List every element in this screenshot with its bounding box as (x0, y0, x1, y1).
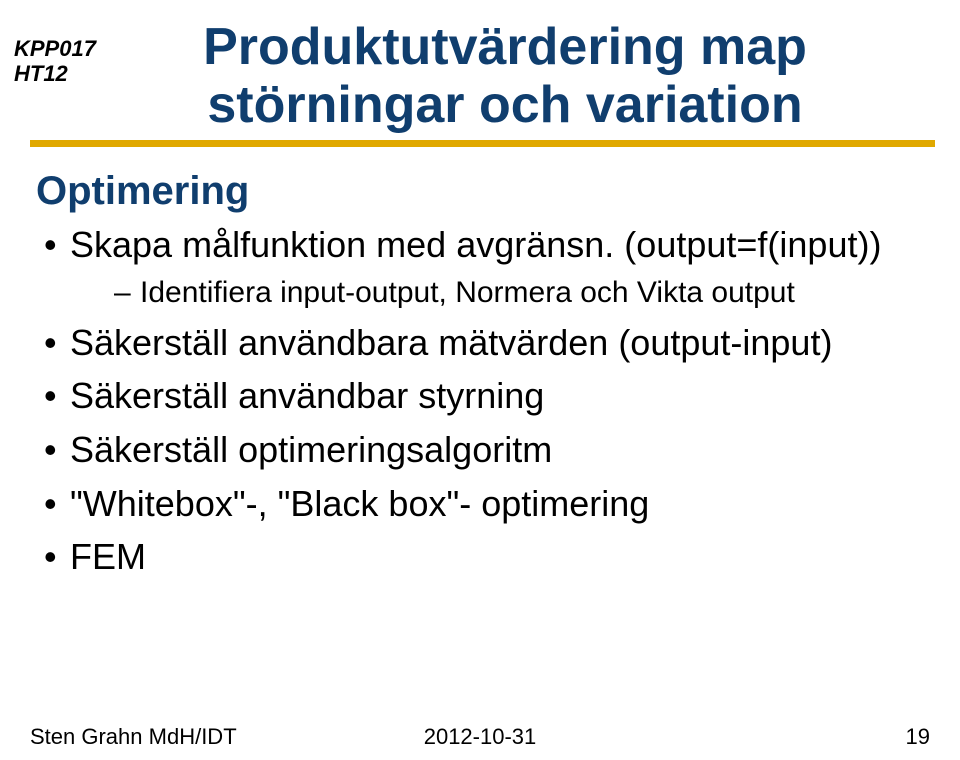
course-line2: HT12 (14, 61, 68, 86)
bullet-text: Säkerställ optimeringsalgoritm (70, 429, 552, 470)
bullet-text: Säkerställ användbar styrning (70, 375, 544, 416)
list-item: Säkerställ optimeringsalgoritm (40, 425, 930, 475)
title-line1: Produktutvärdering map (203, 18, 807, 76)
slide-title: Produktutvärdering map störningar och va… (30, 18, 930, 134)
slide: KPP017 HT12 Produktutvärdering map störn… (0, 0, 960, 760)
sub-list: Identifiera input-output, Normera och Vi… (114, 272, 930, 313)
title-divider (30, 140, 935, 147)
section-heading: Optimering (36, 169, 930, 214)
list-item: Säkerställ användbara mätvärden (output-… (40, 318, 930, 368)
list-item: FEM (40, 532, 930, 582)
footer: Sten Grahn MdH/IDT 2012-10-31 19 (30, 724, 930, 750)
course-code: KPP017 HT12 (14, 36, 96, 87)
bullet-list-main: Skapa målfunktion med avgränsn. (output=… (40, 220, 930, 474)
bullet-text: "Whitebox"-, "Black box"- optimering (70, 483, 649, 524)
bullet-text: FEM (70, 536, 146, 577)
footer-page-number: 19 (906, 724, 930, 750)
course-line1: KPP017 (14, 36, 96, 61)
title-line2: störningar och variation (207, 76, 802, 134)
bullet-text: Säkerställ användbara mätvärden (output-… (70, 322, 832, 363)
bullet-text: Skapa målfunktion med avgränsn. (output=… (70, 224, 881, 265)
sub-bullet-text: Identifiera input-output, Normera och Vi… (140, 276, 795, 309)
list-item: "Whitebox"-, "Black box"- optimering (40, 479, 930, 529)
list-item: Identifiera input-output, Normera och Vi… (114, 272, 930, 313)
footer-author: Sten Grahn MdH/IDT (30, 724, 237, 750)
footer-date: 2012-10-31 (424, 724, 537, 750)
list-item: Skapa målfunktion med avgränsn. (output=… (40, 220, 930, 313)
list-item: Säkerställ användbar styrning (40, 371, 930, 421)
bullet-list-secondary: "Whitebox"-, "Black box"- optimering FEM (40, 479, 930, 582)
